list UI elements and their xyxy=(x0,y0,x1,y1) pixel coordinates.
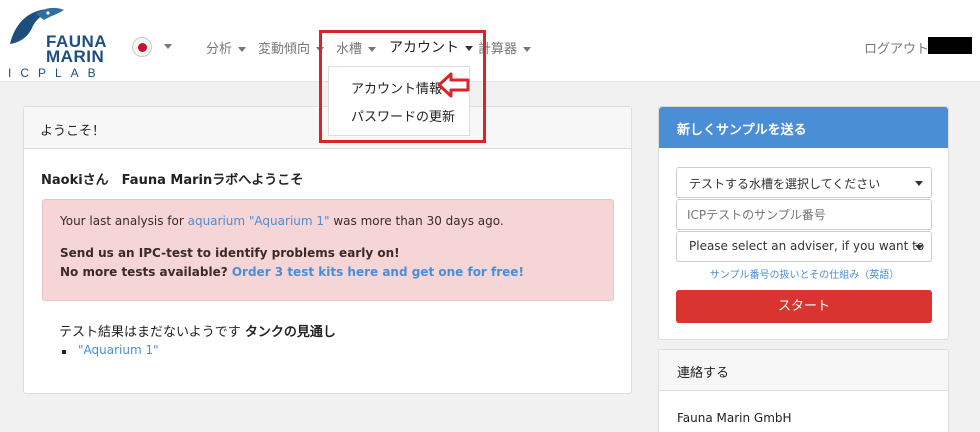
sample-number-input[interactable] xyxy=(676,199,932,230)
logo[interactable]: FAUNA MARIN ICPLAB xyxy=(6,4,108,80)
sample-help-link[interactable]: サンプル番号の扱いとその仕組み（英語） xyxy=(659,266,950,281)
chevron-down-icon xyxy=(915,245,923,250)
welcome-greeting: Naokiさん Fauna Marinラボへようこそ xyxy=(41,173,304,188)
language-chevron-down-icon[interactable] xyxy=(164,44,172,49)
logo-subtitle: ICPLAB xyxy=(8,66,105,80)
nav-trends[interactable]: 変動傾向 xyxy=(258,38,325,57)
send-sample-card: 新しくサンプルを送る テストする水槽を選択してください Please selec… xyxy=(658,106,949,340)
alert-send-test: Send us an IPC-test to identify problems… xyxy=(60,246,400,260)
logo-wordmark: FAUNA MARIN xyxy=(46,32,108,66)
highlight-annotation xyxy=(319,30,486,143)
navbar: FAUNA MARIN ICPLAB 分析 変動傾向 水槽 アカウント 計算器 … xyxy=(0,0,980,82)
order-kits-link[interactable]: Order 3 test kits here and get one for f… xyxy=(232,265,524,279)
aquarium-link[interactable]: aquarium "Aquarium 1" xyxy=(188,214,330,228)
welcome-card: ようこそ！ Naokiさん Fauna Marinラボへようこそ Your la… xyxy=(23,106,632,394)
contact-title: 連絡する xyxy=(659,350,948,391)
bullet-icon xyxy=(62,350,66,354)
contact-card: 連絡する Fauna Marin GmbH xyxy=(658,349,949,432)
start-button[interactable]: スタート xyxy=(676,290,932,323)
chevron-down-icon xyxy=(523,47,532,52)
adviser-select[interactable]: Please select an adviser, if you want to xyxy=(676,231,932,262)
logout-link[interactable]: ログアウト xyxy=(864,38,929,57)
chevron-down-icon xyxy=(238,47,247,52)
results-text: テスト結果はまだないようです タンクの見通し xyxy=(59,325,336,340)
aquarium-1-link[interactable]: "Aquarium 1" xyxy=(78,343,159,357)
chevron-down-icon xyxy=(915,181,923,186)
redacted-username xyxy=(928,37,972,54)
company-name: Fauna Marin GmbH xyxy=(677,411,792,425)
send-sample-title: 新しくサンプルを送る xyxy=(659,107,948,148)
tank-select[interactable]: テストする水槽を選択してください xyxy=(676,167,932,198)
analysis-alert: Your last analysis for aquarium "Aquariu… xyxy=(42,199,614,301)
tank-overview-link[interactable]: タンクの見通し xyxy=(245,325,336,340)
nav-analysis[interactable]: 分析 xyxy=(206,38,247,57)
japan-flag-icon[interactable] xyxy=(132,37,152,57)
